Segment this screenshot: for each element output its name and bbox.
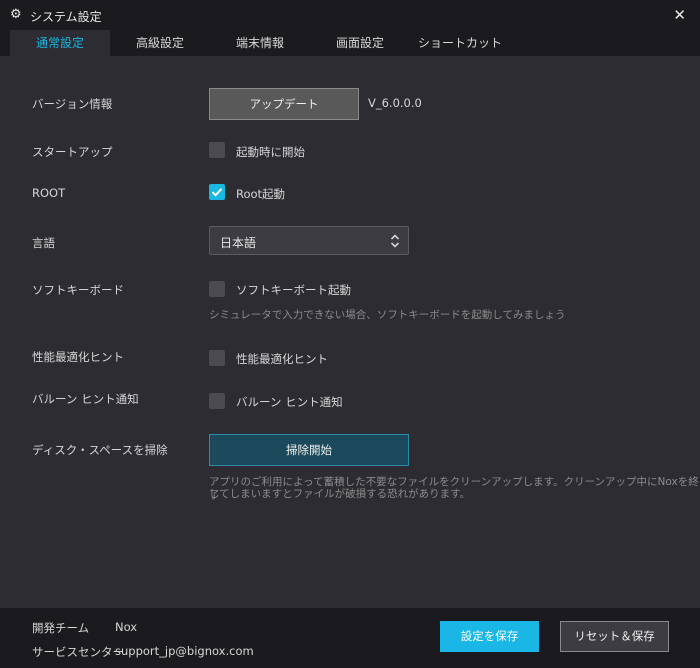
tab-general[interactable]: 通常設定 bbox=[10, 30, 110, 56]
service-center-label: サービスセンター bbox=[32, 645, 124, 659]
up-down-arrows-icon bbox=[390, 233, 400, 252]
language-label: 言語 bbox=[32, 236, 55, 250]
softkeyboard-hint: シミュレータで入力できない場合、ソフトキーボードを起動してみましょう bbox=[209, 309, 566, 321]
tab-bar: 通常設定 高級設定 端末情報 画面設定 ショートカット bbox=[10, 30, 700, 56]
close-icon[interactable]: ✕ bbox=[673, 6, 686, 24]
perf-hint-checkbox-label: 性能最適化ヒント bbox=[236, 352, 328, 366]
footer: 開発チーム Nox サービスセンター support_jp@bignox.com… bbox=[0, 608, 700, 668]
tab-shortcut[interactable]: ショートカット bbox=[410, 30, 510, 56]
tab-display[interactable]: 画面設定 bbox=[310, 30, 410, 56]
service-center-email: support_jp@bignox.com bbox=[115, 644, 254, 658]
version-value: V_6.0.0.0 bbox=[368, 96, 422, 110]
softkeyboard-label: ソフトキーボード bbox=[32, 283, 124, 297]
disk-cleanup-label: ディスク・スペースを掃除 bbox=[32, 443, 168, 457]
balloon-checkbox-label: バルーン ヒント通知 bbox=[236, 395, 343, 409]
balloon-label: バルーン ヒント通知 bbox=[32, 392, 139, 406]
dev-team-label: 開発チーム bbox=[32, 621, 90, 635]
check-icon bbox=[211, 188, 223, 197]
reset-and-save-button[interactable]: リセット＆保存 bbox=[560, 621, 669, 652]
softkeyboard-checkbox-label: ソフトキーボート起動 bbox=[236, 283, 351, 297]
tab-advanced[interactable]: 高級設定 bbox=[110, 30, 210, 56]
perf-hint-checkbox[interactable] bbox=[209, 350, 225, 366]
version-label: バージョン情報 bbox=[32, 97, 113, 111]
balloon-checkbox[interactable] bbox=[209, 393, 225, 409]
update-button[interactable]: アップデート bbox=[209, 88, 359, 120]
root-checkbox-label: Root起動 bbox=[236, 187, 286, 201]
dev-team-value: Nox bbox=[115, 620, 138, 634]
softkeyboard-checkbox[interactable] bbox=[209, 281, 225, 297]
perf-hint-label: 性能最適化ヒント bbox=[32, 350, 124, 364]
root-checkbox[interactable] bbox=[209, 184, 225, 200]
disk-cleanup-hint-line2: してしまいますとファイルが破損する恐れがあります。 bbox=[209, 488, 471, 500]
language-select[interactable]: 日本語 bbox=[209, 226, 409, 255]
gear-icon: ⚙ bbox=[10, 7, 22, 22]
settings-panel bbox=[0, 56, 700, 608]
language-selected-value: 日本語 bbox=[220, 236, 257, 250]
tab-device-info[interactable]: 端末情報 bbox=[210, 30, 310, 56]
window-title: システム設定 bbox=[30, 10, 102, 24]
title-bar: ⚙ システム設定 ✕ bbox=[0, 0, 700, 30]
save-settings-button[interactable]: 設定を保存 bbox=[440, 621, 539, 652]
startup-checkbox[interactable] bbox=[209, 142, 225, 158]
root-label: ROOT bbox=[32, 186, 66, 200]
startup-checkbox-label: 起動時に開始 bbox=[236, 145, 305, 159]
startup-label: スタートアップ bbox=[32, 145, 113, 159]
start-cleanup-button[interactable]: 掃除開始 bbox=[209, 434, 409, 466]
